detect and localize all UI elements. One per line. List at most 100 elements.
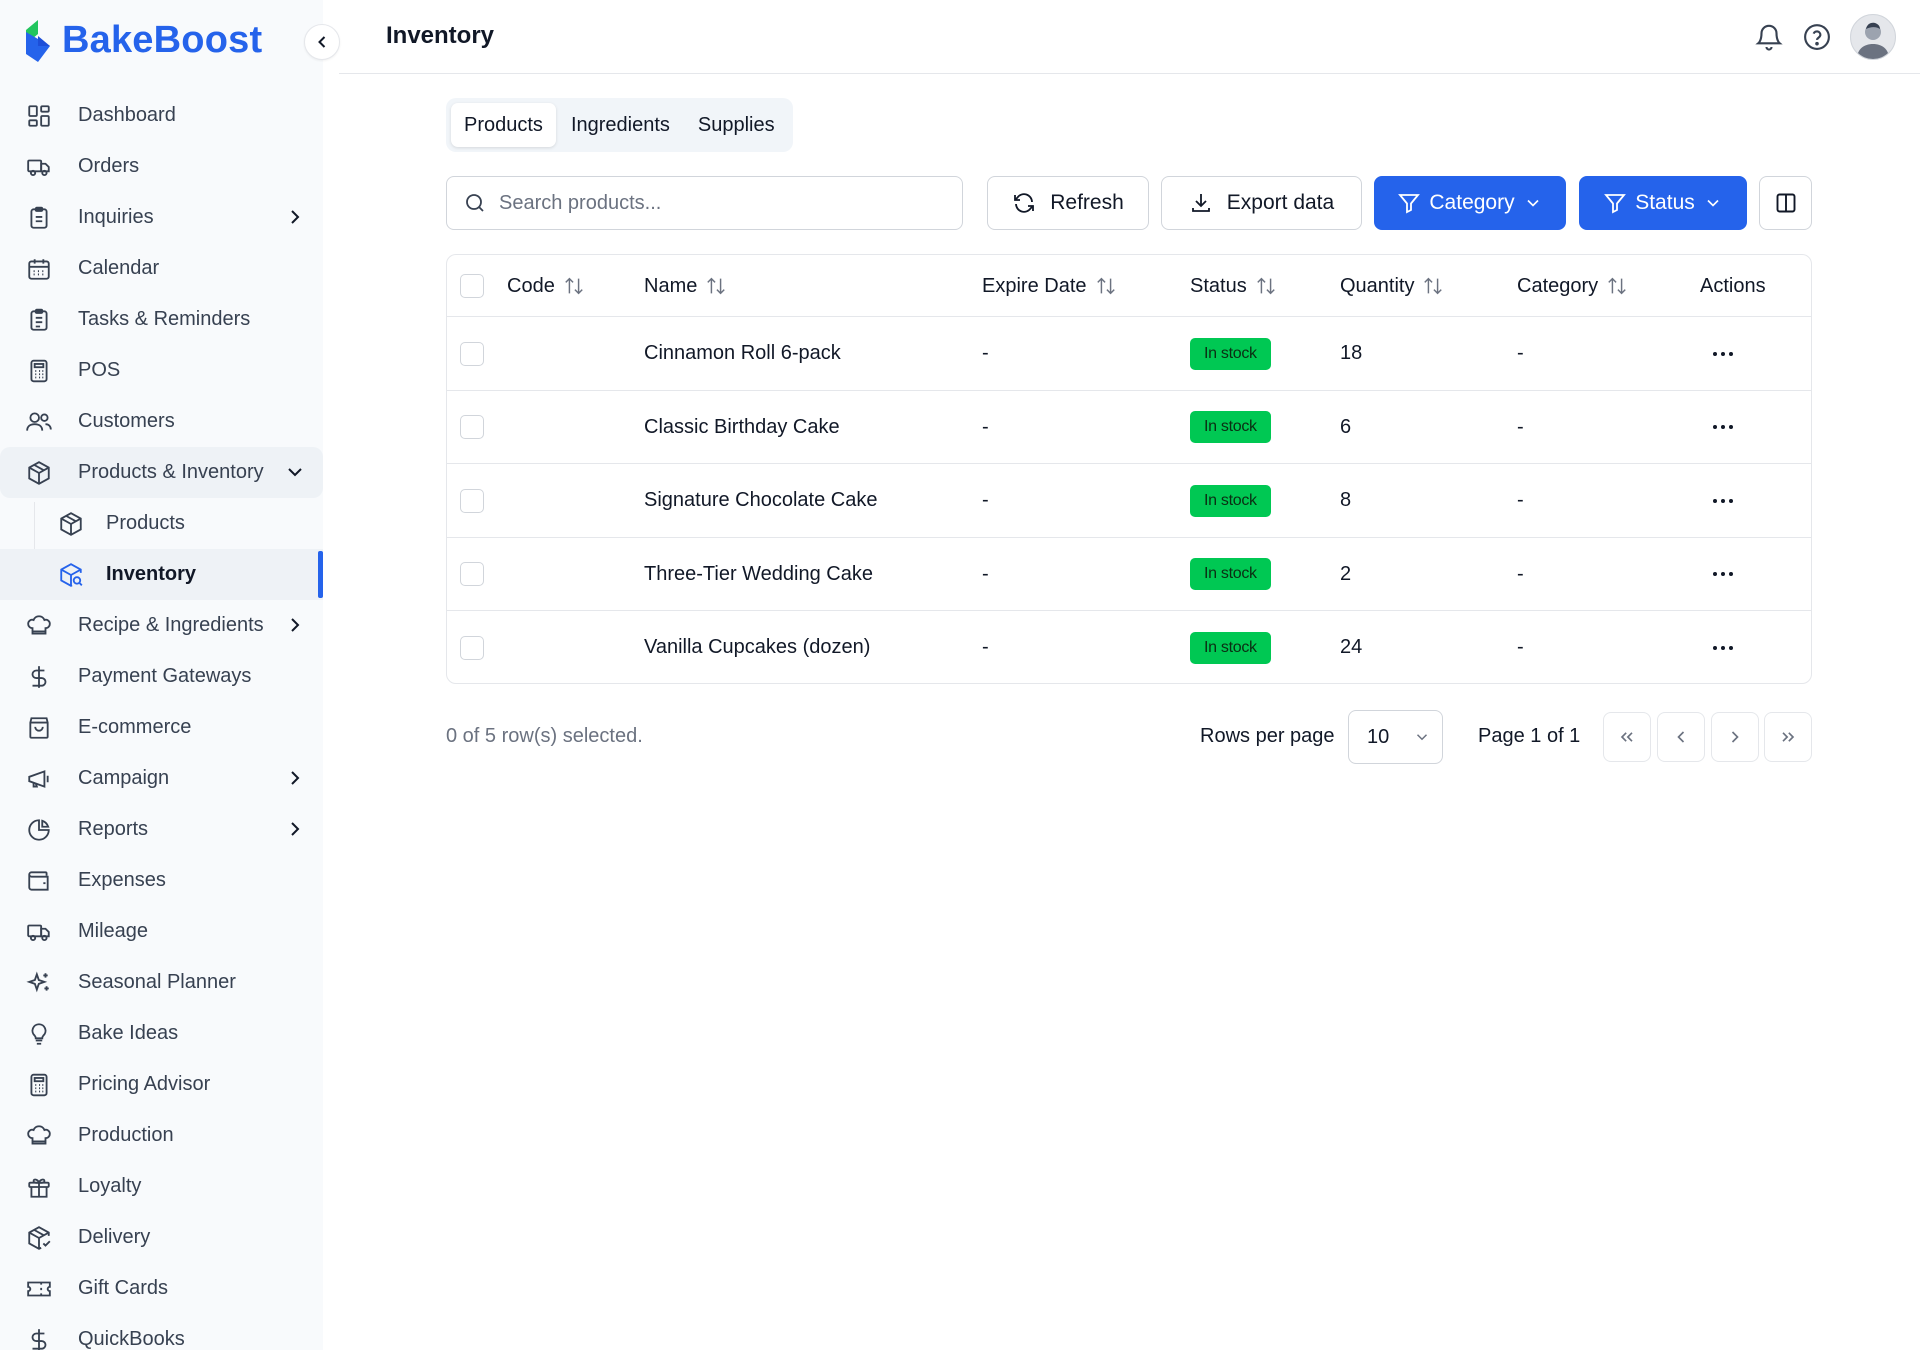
gift-icon (24, 1172, 54, 1202)
refresh-label: Refresh (1050, 191, 1124, 214)
sidebar-collapse-button[interactable] (304, 24, 340, 60)
tab-supplies[interactable]: Supplies (685, 103, 788, 147)
select-all-checkbox[interactable] (460, 274, 484, 298)
sidebar-item-mileage[interactable]: Mileage (0, 906, 323, 957)
sort-icon (1606, 275, 1628, 297)
table-header: Code Name Expire Date Status Quantity Ca… (447, 255, 1811, 317)
last-page-button[interactable] (1764, 712, 1812, 762)
row-checkbox[interactable] (460, 488, 484, 513)
sidebar-item-reports[interactable]: Reports (0, 804, 323, 855)
columns-toggle-button[interactable] (1759, 176, 1812, 230)
previous-page-button[interactable] (1657, 712, 1705, 762)
brand[interactable]: BakeBoost (22, 16, 262, 64)
top-header: Inventory (339, 0, 1920, 74)
dollar-icon (24, 1325, 54, 1350)
column-header-expire-date[interactable]: Expire Date (982, 255, 1117, 317)
search-icon (463, 191, 487, 215)
column-header-code[interactable]: Code (507, 255, 585, 317)
sidebar-subitem-label: Products (106, 512, 185, 534)
sidebar-item-pos[interactable]: POS (0, 345, 323, 396)
sidebar-item-recipe-ingredients[interactable]: Recipe & Ingredients (0, 600, 323, 651)
next-page-button[interactable] (1711, 712, 1759, 762)
download-icon (1189, 191, 1213, 215)
tab-products[interactable]: Products (451, 103, 556, 147)
row-actions-button[interactable] (1713, 464, 1733, 537)
rows-per-page-select[interactable]: 10 (1348, 710, 1443, 764)
sidebar-item-label: Calendar (78, 257, 160, 279)
column-header-quantity[interactable]: Quantity (1340, 255, 1444, 317)
column-label: Quantity (1340, 274, 1415, 297)
first-page-button[interactable] (1603, 712, 1651, 762)
column-header-status[interactable]: Status (1190, 255, 1277, 317)
user-avatar[interactable] (1850, 14, 1896, 60)
search-box (446, 176, 963, 230)
column-label: Name (644, 274, 698, 297)
row-actions-button[interactable] (1713, 391, 1733, 464)
sidebar-item-label: Bake Ideas (78, 1022, 179, 1044)
sidebar-item-quickbooks[interactable]: QuickBooks (0, 1314, 323, 1350)
sidebar-item-dashboard[interactable]: Dashboard (0, 90, 323, 141)
sidebar-item-ecommerce[interactable]: E-commerce (0, 702, 323, 753)
sidebar-item-campaign[interactable]: Campaign (0, 753, 323, 804)
row-checkbox[interactable] (460, 635, 484, 660)
chevron-left-icon (312, 32, 332, 52)
row-checkbox[interactable] (460, 562, 484, 586)
sidebar-item-production[interactable]: Production (0, 1110, 323, 1161)
more-horizontal-icon (1713, 572, 1733, 576)
calendar-icon (24, 254, 54, 284)
sidebar-item-gift-cards[interactable]: Gift Cards (0, 1263, 323, 1314)
sidebar-item-label: Recipe & Ingredients (78, 614, 264, 636)
category-filter-button[interactable]: Category (1374, 176, 1566, 230)
sidebar-item-calendar[interactable]: Calendar (0, 243, 323, 294)
sidebar-subitem-inventory[interactable]: Inventory (0, 549, 323, 600)
help-icon[interactable] (1802, 22, 1832, 52)
table-row: Signature Chocolate Cake - In stock 8 - (447, 464, 1811, 538)
status-badge: In stock (1190, 558, 1271, 590)
row-actions-button[interactable] (1713, 317, 1733, 390)
sort-icon (705, 275, 727, 297)
sidebar-item-label: Reports (78, 818, 149, 840)
export-data-button[interactable]: Export data (1161, 176, 1362, 230)
chevron-left-icon (1671, 727, 1691, 747)
sidebar-item-label: Products & Inventory (78, 461, 264, 483)
row-checkbox[interactable] (460, 415, 484, 439)
sidebar-item-pricing-advisor[interactable]: Pricing Advisor (0, 1059, 323, 1110)
sidebar-item-bake-ideas[interactable]: Bake Ideas (0, 1008, 323, 1059)
sidebar-subitem-products[interactable]: Products (0, 498, 323, 549)
selection-count: 0 of 5 row(s) selected. (446, 725, 643, 747)
row-actions-button[interactable] (1713, 538, 1733, 611)
tab-ingredients[interactable]: Ingredients (558, 103, 683, 147)
status-filter-button[interactable]: Status (1579, 176, 1747, 230)
refresh-button[interactable]: Refresh (987, 176, 1149, 230)
sidebar-item-tasks[interactable]: Tasks & Reminders (0, 294, 323, 345)
package-icon (24, 1223, 54, 1253)
cell-name: Cinnamon Roll 6-pack (644, 342, 841, 364)
sidebar-item-customers[interactable]: Customers (0, 396, 323, 447)
refresh-icon (1012, 191, 1036, 215)
status-badge: In stock (1190, 631, 1271, 664)
chef-hat-icon (24, 1121, 54, 1151)
column-label: Code (507, 274, 555, 297)
sidebar-item-inquiries[interactable]: Inquiries (0, 192, 323, 243)
cell-expire-date: - (982, 415, 989, 438)
columns-icon (1774, 191, 1798, 215)
bell-icon[interactable] (1754, 22, 1784, 52)
cell-category: - (1517, 415, 1524, 438)
shopping-bag-icon (24, 713, 54, 743)
sort-icon (1255, 275, 1277, 297)
sidebar-item-payment-gateways[interactable]: Payment Gateways (0, 651, 323, 702)
search-input[interactable] (499, 191, 939, 215)
row-checkbox[interactable] (460, 341, 484, 366)
chevron-right-icon (283, 817, 307, 841)
sidebar-item-orders[interactable]: Orders (0, 141, 323, 192)
sidebar-item-label: Expenses (78, 869, 166, 891)
sidebar-item-loyalty[interactable]: Loyalty (0, 1161, 323, 1212)
row-actions-button[interactable] (1713, 611, 1733, 683)
sidebar-item-products-inventory[interactable]: Products & Inventory (0, 447, 323, 498)
sidebar-submenu: Products Inventory (0, 498, 323, 600)
sidebar-item-seasonal-planner[interactable]: Seasonal Planner (0, 957, 323, 1008)
sidebar-item-expenses[interactable]: Expenses (0, 855, 323, 906)
column-header-category[interactable]: Category (1517, 255, 1628, 317)
column-header-name[interactable]: Name (644, 255, 727, 317)
sidebar-item-delivery[interactable]: Delivery (0, 1212, 323, 1263)
